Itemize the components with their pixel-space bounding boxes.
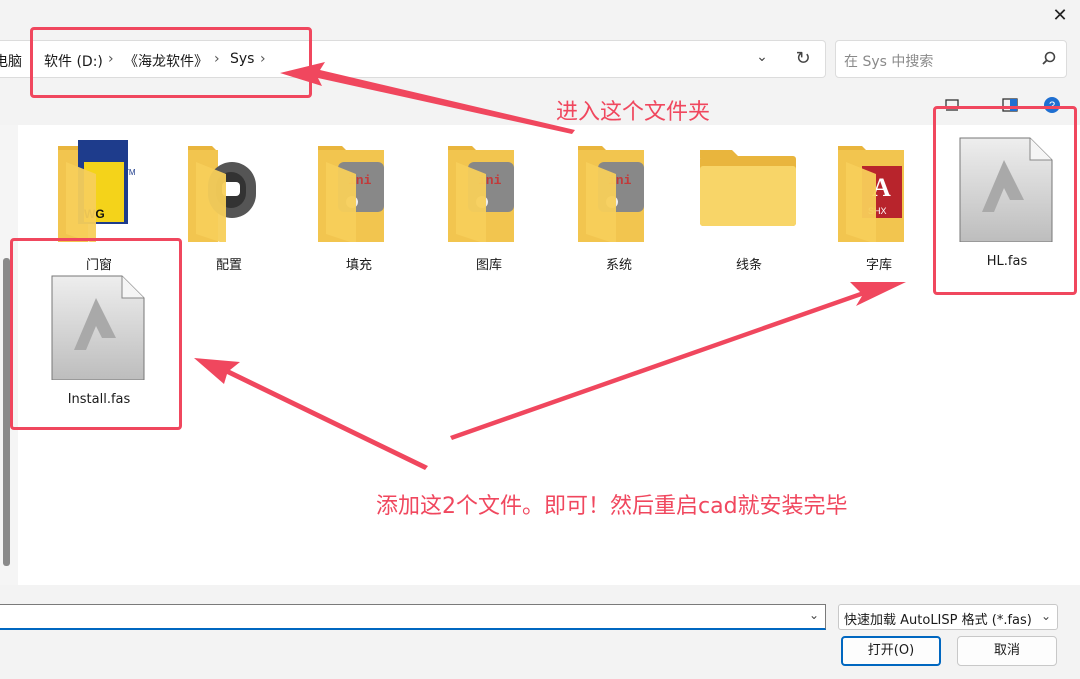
open-button[interactable]: 打开(O) (841, 636, 941, 666)
arrow-to-hl-fas (450, 282, 906, 440)
annotation-enter-folder: 进入这个文件夹 (556, 100, 711, 125)
arrow-to-breadcrumb (280, 62, 575, 134)
cancel-button[interactable]: 取消 (957, 636, 1057, 666)
arrow-to-install-fas (194, 358, 428, 470)
chevron-down-icon: ⌄ (1040, 609, 1051, 623)
file-type-select[interactable]: 快速加载 AutoLISP 格式 (*.fas) ⌄ (838, 604, 1058, 630)
annotation-instructions: 添加这2个文件。即可！然后重启cad就安装完毕 (376, 494, 848, 519)
file-type-value: 快速加载 AutoLISP 格式 (*.fas) (844, 613, 1032, 628)
chevron-down-icon[interactable]: ⌄ (809, 608, 819, 622)
filename-input[interactable]: ⌄ (0, 604, 826, 630)
annotation-arrows (194, 62, 906, 470)
